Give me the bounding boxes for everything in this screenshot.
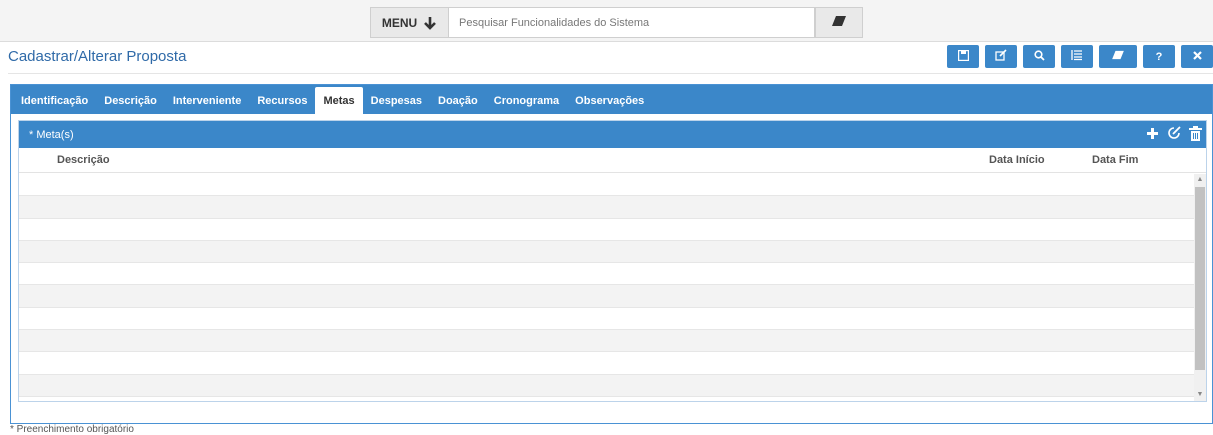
table-row[interactable] (19, 196, 1200, 219)
scroll-down-icon[interactable]: ▼ (1194, 389, 1206, 401)
required-field-note: * Preenchimento obrigatório (10, 424, 134, 435)
table-row[interactable] (19, 330, 1200, 353)
table-row[interactable] (19, 308, 1200, 331)
scroll-up-icon[interactable]: ▲ (1194, 174, 1206, 186)
proposal-panel: Identificação Descrição Interveniente Re… (10, 84, 1213, 424)
list-button[interactable] (1061, 45, 1093, 68)
title-divider (8, 73, 1213, 74)
tab-interveniente[interactable]: Interveniente (165, 87, 249, 114)
tab-doacao[interactable]: Doação (430, 87, 486, 114)
menu-label: MENU (381, 15, 418, 30)
tab-identificacao[interactable]: Identificação (13, 87, 96, 114)
close-button[interactable] (1181, 45, 1213, 68)
column-data-fim[interactable]: Data Fim (1092, 154, 1172, 166)
page-title: Cadastrar/Alterar Proposta (8, 48, 187, 65)
search-button[interactable] (1023, 45, 1055, 68)
help-icon: ? (1155, 50, 1163, 63)
table-row[interactable] (19, 374, 1200, 397)
scroll-thumb[interactable] (1195, 187, 1205, 370)
delete-icon[interactable] (1189, 125, 1202, 144)
grid-title: * Meta(s) (29, 128, 74, 141)
search-icon (1033, 49, 1045, 64)
save-button[interactable] (947, 45, 979, 68)
arrow-down-icon (423, 16, 437, 30)
grid-rows (19, 174, 1200, 397)
tab-metas[interactable]: Metas (315, 87, 363, 114)
clear-button[interactable] (1099, 45, 1137, 68)
search-input[interactable]: Pesquisar Funcionalidades do Sistema (449, 7, 815, 38)
add-icon[interactable] (1146, 127, 1159, 143)
tab-observacoes[interactable]: Observações (567, 87, 652, 114)
table-row[interactable] (19, 263, 1200, 286)
list-icon (1071, 49, 1083, 64)
save-icon (957, 49, 969, 64)
table-row[interactable] (19, 174, 1200, 197)
edit-icon (995, 49, 1007, 64)
help-button[interactable]: ? (1143, 45, 1175, 68)
metas-grid: * Meta(s) Descrição Data Início Data Fim (18, 120, 1207, 402)
table-row[interactable] (19, 219, 1200, 241)
search-clear-button[interactable] (815, 7, 863, 38)
tab-recursos[interactable]: Recursos (249, 87, 315, 114)
grid-actions (1146, 125, 1202, 144)
tab-bar: Identificação Descrição Interveniente Re… (11, 85, 1212, 114)
grid-column-headers: Descrição Data Início Data Fim (19, 148, 1206, 173)
table-row[interactable] (19, 352, 1200, 375)
tab-despesas[interactable]: Despesas (363, 87, 430, 114)
eraser-icon (831, 14, 847, 32)
top-bar: MENU Pesquisar Funcionalidades do Sistem… (0, 0, 1213, 42)
action-toolbar: ? (947, 45, 1213, 68)
menu-button[interactable]: MENU (370, 7, 449, 38)
tab-cronograma[interactable]: Cronograma (486, 87, 567, 114)
grid-scrollbar[interactable]: ▲ ▼ (1194, 174, 1206, 401)
table-row[interactable] (19, 285, 1200, 308)
edit-icon[interactable] (1167, 126, 1181, 143)
close-icon (1192, 50, 1202, 63)
table-row[interactable] (19, 240, 1200, 264)
column-descricao[interactable]: Descrição (19, 154, 989, 166)
column-data-inicio[interactable]: Data Início (989, 154, 1092, 166)
edit-button[interactable] (985, 45, 1017, 68)
grid-header: * Meta(s) (19, 121, 1206, 148)
tab-descricao[interactable]: Descrição (96, 87, 165, 114)
eraser-icon (1111, 50, 1125, 63)
